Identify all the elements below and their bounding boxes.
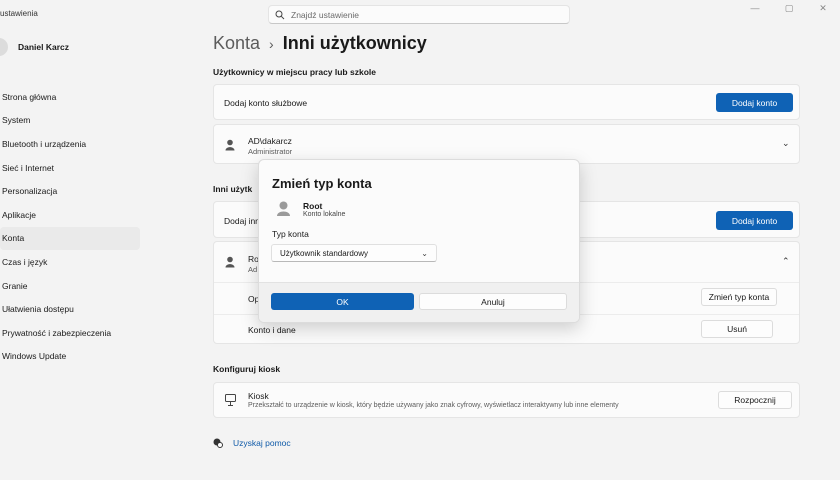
search-input[interactable] (291, 9, 551, 20)
breadcrumb-parent[interactable]: Konta (213, 33, 260, 54)
sidebar-item-bluetooth[interactable]: Bluetooth i urządzenia (0, 132, 140, 156)
sidebar-item-accounts[interactable]: Konta (0, 226, 140, 251)
sidebar-item-personalization[interactable]: Personalizacja (0, 179, 140, 203)
search-box[interactable] (268, 5, 570, 24)
account-type-value: Użytkownik standardowy (280, 248, 369, 258)
other-users-section-title: Inni użytk (213, 184, 253, 194)
sidebar-item-accessibility[interactable]: Ułatwienia dostępu (0, 297, 140, 321)
maximize-button[interactable]: ▢ (772, 0, 806, 16)
avatar (0, 38, 8, 56)
work-account-card[interactable]: AD\dakarcz Administrator ⌄ (213, 124, 800, 164)
work-account-name: AD\dakarcz (248, 136, 292, 146)
sidebar-item-windows-update[interactable]: Windows Update (0, 345, 140, 369)
cancel-button[interactable]: Anuluj (419, 293, 567, 310)
add-work-account-button[interactable]: Dodaj konto (716, 93, 793, 112)
user-name: Daniel Karcz (18, 42, 70, 52)
chevron-down-icon: ⌄ (421, 248, 428, 258)
other-user-sub: Ad (248, 265, 258, 274)
person-icon (225, 139, 235, 151)
chevron-down-icon[interactable]: ⌄ (782, 138, 790, 149)
remove-account-button[interactable]: Usuń (701, 320, 773, 338)
dialog-user-name: Root (303, 201, 323, 211)
breadcrumb-separator: › (269, 35, 274, 52)
work-section-title: Użytkownicy w miejscu pracy lub szkole (213, 67, 376, 77)
add-work-account-label: Dodaj konto służbowe (224, 98, 308, 108)
kiosk-start-button[interactable]: Rozpocznij (718, 391, 792, 409)
sidebar-item-apps[interactable]: Aplikacje (0, 203, 140, 227)
change-account-type-button[interactable]: Zmień typ konta (701, 288, 777, 306)
sidebar-item-time-language[interactable]: Czas i język (0, 250, 140, 274)
minimize-button[interactable]: — (738, 0, 772, 16)
kiosk-card: Kiosk Przekształć to urządzenie w kiosk,… (213, 382, 800, 418)
account-data-label: Konto i dane (248, 325, 296, 335)
app-title: ustawienia (0, 9, 38, 18)
account-type-select[interactable]: Użytkownik standardowy ⌄ (271, 244, 437, 262)
chevron-up-icon[interactable]: ⌃ (782, 256, 790, 267)
kiosk-title: Kiosk (248, 391, 269, 401)
sidebar-item-privacy[interactable]: Prywatność i zabezpieczenia (0, 321, 140, 345)
kiosk-icon (225, 394, 236, 406)
window-controls: — ▢ ✕ (738, 0, 840, 16)
change-account-type-dialog: Zmień typ konta Root Konto lokalne Typ k… (258, 159, 580, 323)
ok-button[interactable]: OK (271, 293, 414, 310)
sidebar-item-gaming[interactable]: Granie (0, 274, 140, 298)
sidebar-nav: Strona główna System Bluetooth i urządze… (0, 85, 140, 368)
sidebar-item-system[interactable]: System (0, 109, 140, 133)
close-button[interactable]: ✕ (806, 0, 840, 16)
kiosk-section-title: Konfiguruj kiosk (213, 364, 281, 374)
work-account-role: Administrator (248, 147, 293, 156)
dialog-footer: OK Anuluj (259, 282, 579, 322)
sidebar-item-network[interactable]: Sieć i Internet (0, 156, 140, 180)
add-other-user-label: Dodaj inn (224, 216, 260, 226)
help-icon (213, 438, 223, 448)
help-link[interactable]: Uzyskaj pomoc (233, 438, 291, 448)
help-row: Uzyskaj pomoc (213, 438, 291, 448)
dialog-title: Zmień typ konta (272, 176, 372, 191)
user-avatar-icon (277, 201, 290, 216)
sidebar-item-home[interactable]: Strona główna (0, 85, 140, 109)
page-title: Inni użytkownicy (282, 33, 427, 53)
search-icon (275, 10, 285, 19)
add-work-account-card: Dodaj konto służbowe Dodaj konto (213, 84, 800, 120)
kiosk-description: Przekształć to urządzenie w kiosk, który… (248, 402, 619, 409)
account-type-label: Typ konta (272, 229, 309, 239)
person-icon (225, 256, 235, 268)
breadcrumb: Konta › Inni użytkownicy (213, 33, 427, 54)
dialog-user-sub: Konto lokalne (303, 211, 346, 218)
add-other-user-button[interactable]: Dodaj konto (716, 211, 793, 230)
